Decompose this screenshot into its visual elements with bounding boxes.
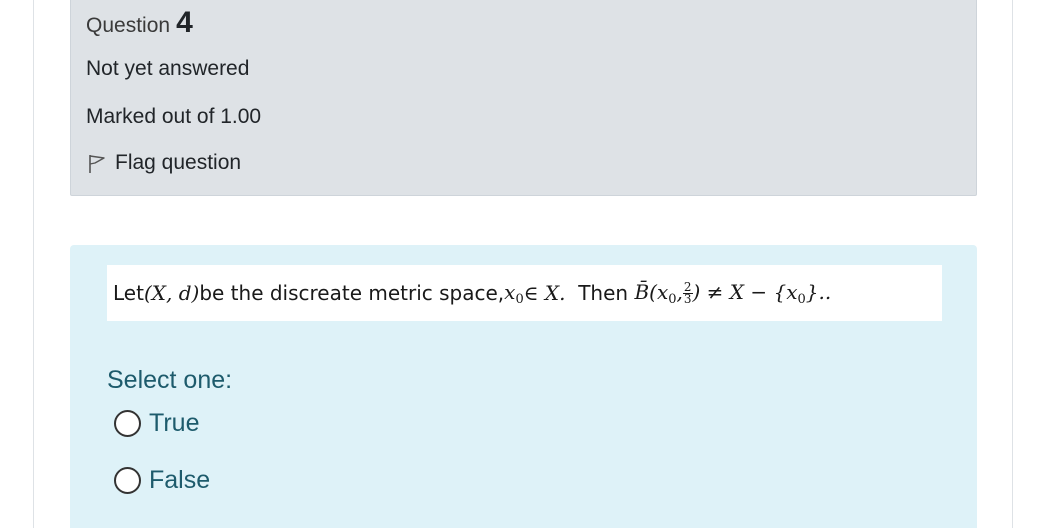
answer-option-false[interactable]: False xyxy=(114,466,210,495)
math-sub: 0 xyxy=(515,291,524,307)
flag-question-label: Flag question xyxy=(115,151,242,174)
select-one-prompt: Select one: xyxy=(107,366,233,394)
radio-true[interactable] xyxy=(114,410,141,437)
answer-option-label: True xyxy=(149,409,200,437)
math-var: x xyxy=(504,279,516,304)
question-label: Question xyxy=(86,14,171,37)
math-sub: 0 xyxy=(668,291,677,307)
fraction-denominator: 3 xyxy=(683,291,692,306)
math-space: (X, d) xyxy=(143,281,200,305)
grade-info: Marked out of 1.00 xyxy=(86,105,262,128)
math-point: x0 xyxy=(504,280,524,307)
flag-icon xyxy=(86,152,108,174)
question-text: Let (X, d) be the discreate metric space… xyxy=(107,265,942,321)
math-in: ∈ X. xyxy=(523,281,566,305)
radio-false[interactable] xyxy=(114,467,141,494)
math-ball-expression: B̄(x0, 2 3) ≠ X − {x0}.. xyxy=(634,280,831,307)
question-text-part: Let xyxy=(113,281,144,305)
question-text-part: Then xyxy=(565,281,635,305)
question-number: 4 xyxy=(176,6,193,39)
flag-question-button[interactable]: Flag question xyxy=(86,151,241,175)
question-formulation: Let (X, d) be the discreate metric space… xyxy=(70,245,977,528)
math-part: }.. xyxy=(805,279,832,304)
math-ball: B̄ xyxy=(634,279,650,304)
math-part: (x xyxy=(649,279,669,304)
answer-option-true[interactable]: True xyxy=(114,409,199,438)
answer-option-label: False xyxy=(149,466,211,494)
math-fraction: 23 xyxy=(682,281,693,306)
question-heading: Question 4 xyxy=(86,6,193,40)
answer-status: Not yet answered xyxy=(86,57,250,80)
math-part: ) ≠ X − {x xyxy=(692,279,798,304)
math-sub: 0 xyxy=(797,291,806,307)
question-text-part: be the discreate metric space, xyxy=(199,281,505,305)
question-info-panel: Question 4 Not yet answered Marked out of… xyxy=(70,0,977,196)
